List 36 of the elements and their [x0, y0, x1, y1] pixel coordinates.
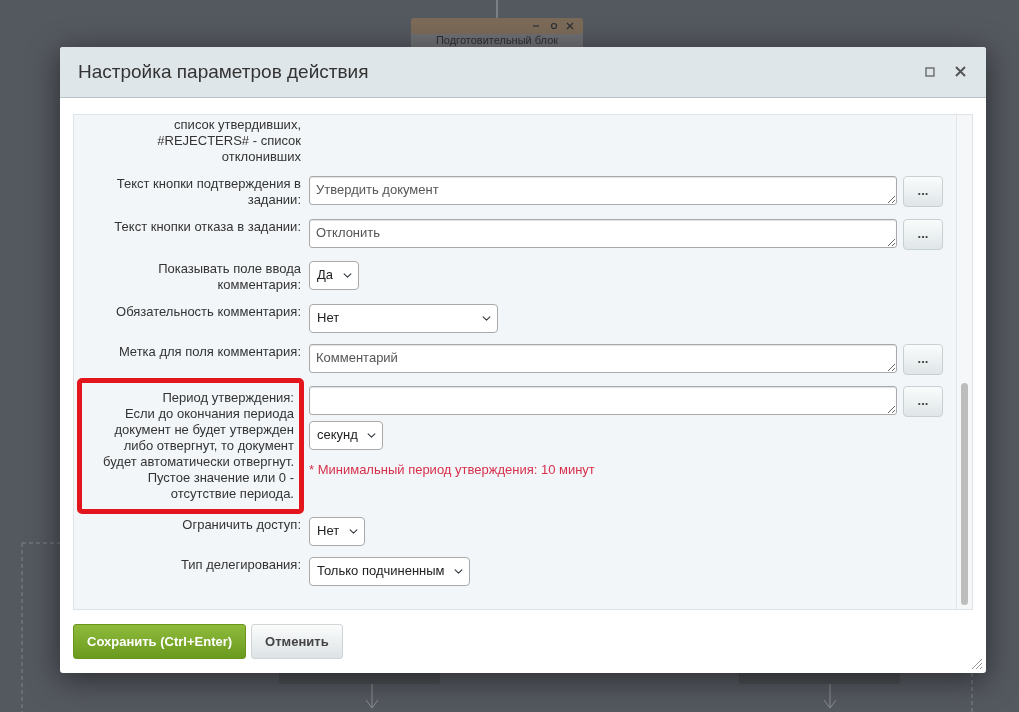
field-label: список утвердивших, #REJECTERS# - список отклонивших — [156, 116, 301, 165]
dialog-title: Настройка параметров действия — [78, 59, 370, 84]
text-field[interactable]: Утвердить документ — [309, 175, 897, 205]
field-label: Показывать поле ввода комментария: — [157, 260, 301, 293]
text-field[interactable]: Отклонить — [309, 218, 897, 248]
field-label: Текст кнопки подтверждения в задании: — [115, 175, 301, 208]
text-field[interactable] — [309, 385, 897, 415]
picker-button[interactable]: ... — [903, 175, 943, 207]
dropdown-select[interactable]: Да — [309, 260, 359, 290]
down-arrow — [823, 683, 837, 709]
validation-hint: * Минимальный период утверждения: 10 минут — [309, 460, 596, 479]
field-label: Тип делегирования: — [180, 556, 301, 573]
settings-icon[interactable] — [550, 22, 558, 30]
picker-button[interactable]: ... — [903, 218, 943, 250]
field-label: Обязательность комментария: — [116, 303, 301, 320]
field-label: Период утверждения: — [161, 389, 294, 406]
close-icon[interactable] — [566, 22, 574, 30]
block-title: Подготовительный блок — [434, 35, 560, 46]
field-description: Если до окончания периода документ не будет утвержден либо отвергнут, то документ будет автоматически отвергнут. Пустое значение или 0 - отсутствие периода. — [102, 405, 294, 502]
scrollbar-thumb[interactable] — [961, 382, 968, 605]
dropdown-select[interactable]: Только подчиненным — [309, 556, 470, 586]
cancel-button[interactable]: Отменить — [251, 623, 343, 659]
dropdown-select[interactable]: Нет — [309, 303, 498, 333]
field-label: Ограничить доступ: — [182, 516, 301, 533]
minimize-icon[interactable] — [532, 25, 540, 27]
field-label: Текст кнопки отказа в задании: — [114, 218, 301, 235]
field-label: Метка для поля комментария: — [118, 343, 301, 360]
down-arrow — [365, 683, 379, 709]
connector-line — [496, 0, 498, 19]
text-field[interactable]: Комментарий — [309, 343, 897, 373]
resize-grip-icon[interactable] — [971, 658, 983, 670]
maximize-button[interactable] — [923, 64, 937, 79]
unit-select[interactable]: секунд — [309, 420, 383, 450]
picker-button[interactable]: ... — [903, 385, 943, 417]
dropdown-select[interactable]: Нет — [309, 516, 365, 546]
picker-button[interactable]: ... — [903, 343, 943, 375]
